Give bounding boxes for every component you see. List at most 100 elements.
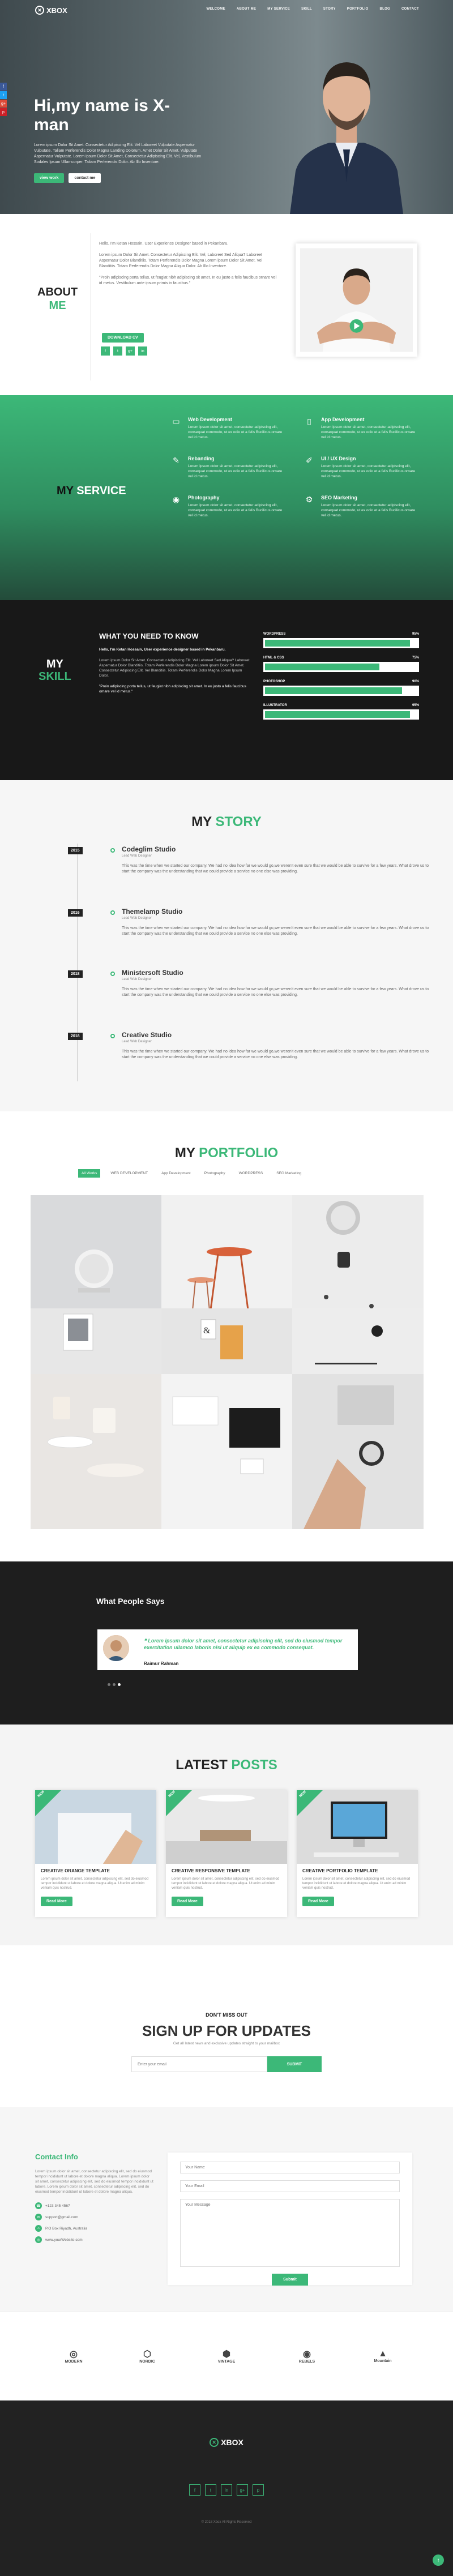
read-more-button[interactable]: Read More	[41, 1897, 72, 1906]
download-cv-button[interactable]: DOWNLOAD CV	[102, 333, 144, 343]
back-to-top-button[interactable]: ↑	[433, 2554, 444, 2566]
portfolio-item[interactable]	[31, 1374, 161, 1529]
skill-title: MY SKILL	[39, 658, 71, 683]
nav-item[interactable]: WELCOME	[206, 7, 225, 11]
skill-section: MY SKILL WHAT YOU NEED TO KNOW Hello, I'm…	[0, 600, 453, 780]
pinterest-icon[interactable]: p	[0, 108, 7, 116]
portfolio-item[interactable]	[31, 1308, 161, 1374]
story-section: MY STORY 2015 Codeglim Studio Lead Web Des…	[0, 780, 453, 1111]
footer-logo[interactable]: ✕ XBOX	[0, 2438, 453, 2447]
about-title: ABOUT ME	[37, 286, 78, 312]
tab-all-works[interactable]: All Works	[78, 1169, 101, 1178]
signup-section: DON'T MISS OUT SIGN UP FOR UPDATES Get a…	[0, 1945, 453, 2107]
carousel-dots	[108, 1683, 121, 1686]
email-field[interactable]	[131, 2056, 267, 2072]
portfolio-item[interactable]: &	[161, 1308, 292, 1374]
google-plus-icon[interactable]: g+	[126, 346, 135, 356]
pinterest-icon[interactable]: p	[253, 2484, 264, 2496]
carousel-dot[interactable]	[118, 1683, 121, 1686]
twitter-icon[interactable]: t	[0, 91, 7, 99]
twitter-icon[interactable]: t	[113, 346, 122, 356]
twitter-icon[interactable]: t	[205, 2484, 216, 2496]
footer: ✕ XBOX f t in g+ p © 2018 Xbox All Rights…	[0, 2400, 453, 2576]
skill-bar: WORDPRESS 95%	[263, 632, 419, 648]
carousel-dot[interactable]	[108, 1683, 110, 1686]
contact-title: Contact Info	[35, 2153, 78, 2161]
nav-item[interactable]: BLOG	[379, 7, 390, 11]
submit-button[interactable]: SUBMIT	[267, 2056, 322, 2072]
footer-social-links: f t in g+ p	[0, 2484, 453, 2496]
post-image[interactable]: NEW	[297, 1790, 418, 1864]
post-card: NEW CREATIVE ORANGE TEMPLATE Lorem ipsum …	[35, 1790, 156, 1917]
posts-section: LATEST POSTS NEW CREATIVE ORANGE TEMPLAT…	[0, 1725, 453, 1945]
linkedin-icon[interactable]: in	[138, 346, 147, 356]
timeline-dot	[110, 972, 115, 976]
testimonial-card: ❝ Lorem ipsum dolor sit amet, consectetu…	[97, 1629, 358, 1670]
nav-item[interactable]: ABOUT ME	[237, 7, 256, 11]
read-more-button[interactable]: Read More	[302, 1897, 334, 1906]
logo-text: XBOX	[46, 6, 67, 15]
nav-item[interactable]: STORY	[323, 7, 336, 11]
portfolio-grid: &	[31, 1195, 424, 1529]
carousel-dot[interactable]	[113, 1683, 116, 1686]
contact-info: Contact Info Lorem ipsum dolor sit amet,…	[35, 2153, 154, 2248]
about-section: ABOUT ME Hello, I'm Ketan Hossain, User E…	[0, 214, 453, 395]
nav-item[interactable]: SKILL	[301, 7, 312, 11]
timeline-dot	[110, 910, 115, 915]
linkedin-icon[interactable]: in	[221, 2484, 232, 2496]
nav-item[interactable]: MY SERVICE	[267, 7, 290, 11]
timeline-line	[77, 844, 78, 1081]
arrow-up-icon: ↑	[437, 2557, 440, 2564]
hero-portrait	[290, 62, 403, 214]
signup-form: SUBMIT	[131, 2056, 322, 2072]
nav-item[interactable]: CONTACT	[401, 7, 419, 11]
client-logo: ◉ REBELS	[298, 2349, 315, 2364]
timeline-dot	[110, 1034, 115, 1038]
nav-item[interactable]: PORTFOLIO	[347, 7, 369, 11]
facebook-icon[interactable]: f	[189, 2484, 200, 2496]
story-title: MY STORY	[191, 814, 262, 829]
timeline-dot	[110, 848, 115, 853]
client-logo: ⬡ NORDIC	[139, 2349, 155, 2364]
client-logo: ▲ Mountain	[374, 2348, 392, 2363]
tab-photography[interactable]: Photography	[201, 1169, 229, 1178]
post-image[interactable]: NEW	[166, 1790, 287, 1864]
post-card: NEW CREATIVE PORTFOLIO TEMPLATE Lorem ips…	[297, 1790, 418, 1917]
contact-me-button[interactable]: contact me	[69, 173, 101, 183]
contact-submit-button[interactable]: Submit	[272, 2274, 308, 2286]
post-image[interactable]: NEW	[35, 1790, 156, 1864]
google-plus-icon[interactable]: g+	[237, 2484, 248, 2496]
tab-seo-marketing[interactable]: SEO Marketing	[273, 1169, 305, 1178]
camera-icon: ◉	[172, 495, 180, 504]
service-item: ✎ Rebanding Lorem ipsum dolor sit amet, co…	[170, 456, 286, 479]
portfolio-item[interactable]	[292, 1374, 424, 1529]
name-field[interactable]	[180, 2162, 400, 2173]
portfolio-section: MY PORTFOLIO All Works WEB DEVELOPMENT A…	[0, 1111, 453, 1561]
hero-title: Hi,my name is X-man	[34, 96, 170, 134]
facebook-icon[interactable]: f	[0, 83, 7, 91]
xbox-icon: ✕	[35, 6, 44, 15]
phone-icon: ☎	[35, 2202, 42, 2209]
read-more-button[interactable]: Read More	[172, 1897, 203, 1906]
marketing-icon: ⚙	[305, 495, 313, 504]
skill-text: WHAT YOU NEED TO KNOW Hello, I'm Ketan H…	[99, 632, 250, 694]
signup-title: SIGN UP FOR UPDATES	[142, 2022, 311, 2039]
skill-bar: PHOTOSHOP 90%	[263, 680, 419, 696]
tab-app-development[interactable]: App Development	[158, 1169, 194, 1178]
testimonial-title: What People Says	[96, 1597, 165, 1606]
service-title: MY SERVICE	[57, 485, 126, 497]
portfolio-item[interactable]	[161, 1374, 292, 1529]
xbox-icon: ✕	[210, 2438, 219, 2447]
tab-web-development[interactable]: WEB DEVELOPMENT	[107, 1169, 151, 1178]
hero-description: Lorem ipsum Dolor Sit Amet. Consectetur …	[34, 143, 202, 164]
tab-wordpress[interactable]: WORDPRESS	[236, 1169, 267, 1178]
facebook-icon[interactable]: f	[101, 346, 110, 356]
service-grid: ▭ Web Development Lorem ipsum dolor sit am…	[170, 417, 419, 518]
message-field[interactable]	[180, 2199, 400, 2267]
view-work-button[interactable]: view work	[34, 173, 65, 183]
logo[interactable]: ✕ XBOX	[35, 6, 67, 15]
portfolio-item[interactable]	[292, 1308, 424, 1374]
email-field[interactable]	[180, 2180, 400, 2192]
google-plus-icon[interactable]: g+	[0, 100, 7, 108]
contact-row: ☎ +123 345 4567	[35, 2202, 154, 2209]
